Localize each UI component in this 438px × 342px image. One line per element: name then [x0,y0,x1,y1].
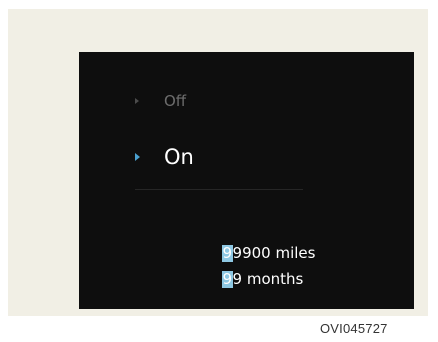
display-screen: Off On 9 9900 miles 99 months [79,52,414,309]
divider [135,189,303,190]
selection-pointer-icon [135,153,140,161]
illustration-frame: Off On 9 9900 miles 99 months [8,9,428,316]
option-on-label: On [164,145,194,169]
months-value-field[interactable]: 99 months [222,270,303,288]
miles-value-field[interactable]: 9 9900 miles [222,244,315,262]
option-off[interactable]: Off [135,92,186,110]
pointer-icon [135,98,139,104]
reference-code: OVI045727 [320,321,388,336]
months-value-text: 9 months [232,270,304,288]
option-on[interactable]: On [135,145,194,169]
option-off-label: Off [164,92,187,110]
edit-cursor: 9 [222,243,233,262]
edit-cursor: 9 [222,269,233,288]
miles-value-text: 9900 miles [232,244,316,262]
